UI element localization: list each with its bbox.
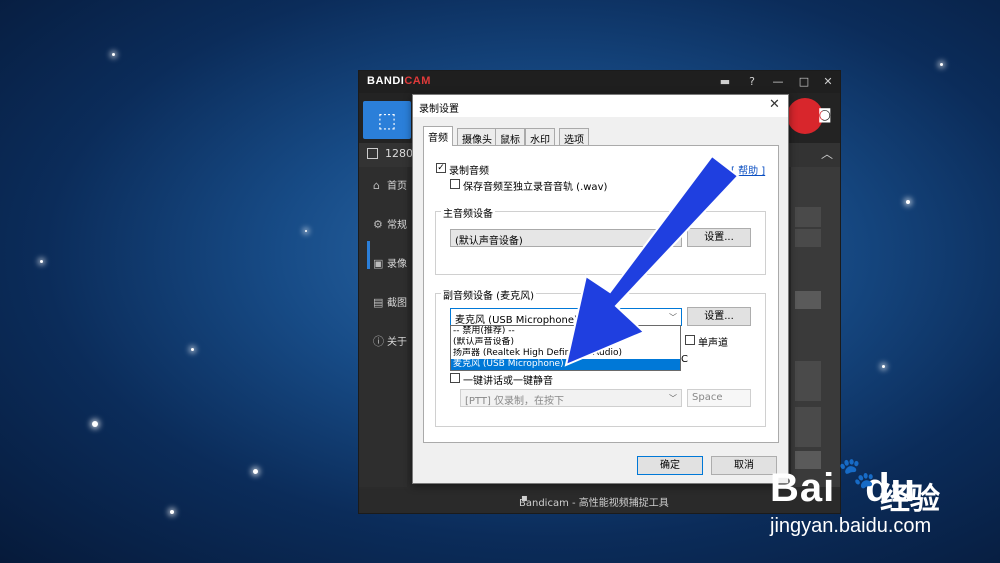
primary-audio-select[interactable]: (默认声音设备) xyxy=(450,229,682,247)
star xyxy=(40,260,43,263)
baidu-url-text: jingyan.baidu.com xyxy=(770,515,932,537)
chevron-down-icon: ﹀ xyxy=(669,313,677,322)
status-text: Bandicam - 高性能视频捕捉工具 xyxy=(519,498,669,509)
save-separate-checkbox[interactable] xyxy=(450,179,460,189)
chevron-up-icon[interactable]: ︿ xyxy=(821,145,833,162)
gear-icon: ⚙ xyxy=(373,218,383,231)
help-icon[interactable]: ? xyxy=(743,73,761,91)
secondary-audio-title: 副音频设备 (麦克风) xyxy=(441,287,536,302)
recording-settings-dialog: 录制设置 ✕ 音频 摄像头 鼠标 水印 选项 ✓ 录制音频 保存音频至独立录音音… xyxy=(412,94,789,484)
panel-block xyxy=(795,361,821,401)
tab-audio[interactable]: 音频 xyxy=(423,126,453,146)
video-settings-icon: ▣ xyxy=(373,257,384,270)
ptt-key-input[interactable]: Space xyxy=(687,389,751,407)
star xyxy=(906,200,910,204)
star xyxy=(112,53,115,56)
cancel-button[interactable]: 取消 xyxy=(711,456,777,475)
dialog-title: 录制设置 xyxy=(419,104,459,115)
bandicam-logo: BANDICAM xyxy=(367,75,431,87)
star xyxy=(92,421,98,427)
baidu-jingyan-text: 经验 xyxy=(880,482,940,517)
primary-settings-button[interactable]: 设置... xyxy=(687,228,751,247)
ptt-label: 一键讲话或一键静音 xyxy=(463,376,553,387)
secondary-settings-button[interactable]: 设置... xyxy=(687,307,751,326)
tab-watermark[interactable]: 水印 xyxy=(525,128,555,146)
screen-mode-button[interactable]: ⬚ xyxy=(363,101,411,139)
secondary-audio-dropdown-list: -- 禁用(推荐) -- (默认声音设备) 扬声器 (Realtek High … xyxy=(450,325,681,371)
baidu-paw-icon: 🐾 xyxy=(838,456,876,491)
panel-block xyxy=(795,229,821,247)
minimize-icon[interactable]: — xyxy=(769,73,787,91)
panel-block xyxy=(795,291,821,309)
tab-options[interactable]: 选项 xyxy=(559,128,589,146)
star xyxy=(305,230,307,232)
tab-mouse[interactable]: 鼠标 xyxy=(495,128,525,146)
ok-button[interactable]: 确定 xyxy=(637,456,703,475)
save-separate-label: 保存音频至独立录音音轨 (.wav) xyxy=(463,182,608,193)
star xyxy=(191,348,194,351)
camera-icon[interactable]: ◙ xyxy=(818,107,832,123)
primary-audio-title: 主音频设备 xyxy=(441,205,495,220)
sidebar-active-indicator xyxy=(367,241,370,269)
maximize-icon[interactable]: □ xyxy=(795,73,813,91)
help-link[interactable]: [ 帮助 ] xyxy=(731,162,765,177)
dropdown-option[interactable]: -- 禁用(推荐) -- xyxy=(451,326,680,337)
mono-label: 单声道 xyxy=(698,338,728,349)
chevron-down-icon: ﹀ xyxy=(669,394,677,403)
record-audio-checkbox[interactable]: ✓ xyxy=(436,163,446,173)
star xyxy=(940,63,943,66)
star xyxy=(170,510,174,514)
folder-icon[interactable]: ▬ xyxy=(716,73,734,91)
star xyxy=(882,365,885,368)
mono-checkbox[interactable] xyxy=(685,335,695,345)
dropdown-option[interactable]: (默认声音设备) xyxy=(451,337,680,348)
screenshot-icon: ▤ xyxy=(373,296,384,309)
ptt-checkbox[interactable] xyxy=(450,373,460,383)
panel-block xyxy=(795,407,821,447)
resolution-icon xyxy=(367,148,378,159)
bandicam-titlebar xyxy=(359,71,840,93)
ptt-mode-select[interactable]: [PTT] 仅录制，在按下 ﹀ xyxy=(460,389,682,407)
hidden-option-fragment: C xyxy=(681,354,688,365)
home-icon: ⌂ xyxy=(373,179,380,192)
dialog-titlebar xyxy=(413,95,788,117)
close-icon[interactable]: ✕ xyxy=(819,73,837,91)
dropdown-option-selected[interactable]: 麦克风 (USB Microphone) xyxy=(451,359,680,370)
info-icon: ⓘ xyxy=(373,335,384,348)
panel-block xyxy=(795,207,821,227)
dropdown-option[interactable]: 扬声器 (Realtek High Definition Audio) xyxy=(451,348,680,359)
record-audio-label: 录制音频 xyxy=(449,166,489,177)
tab-webcam[interactable]: 摄像头 xyxy=(457,128,497,146)
close-icon[interactable]: ✕ xyxy=(769,97,780,112)
star xyxy=(253,469,258,474)
secondary-audio-select[interactable]: 麦克风 (USB Microphone) ﹀ xyxy=(450,308,682,326)
bandicam-sidebar xyxy=(359,167,407,487)
